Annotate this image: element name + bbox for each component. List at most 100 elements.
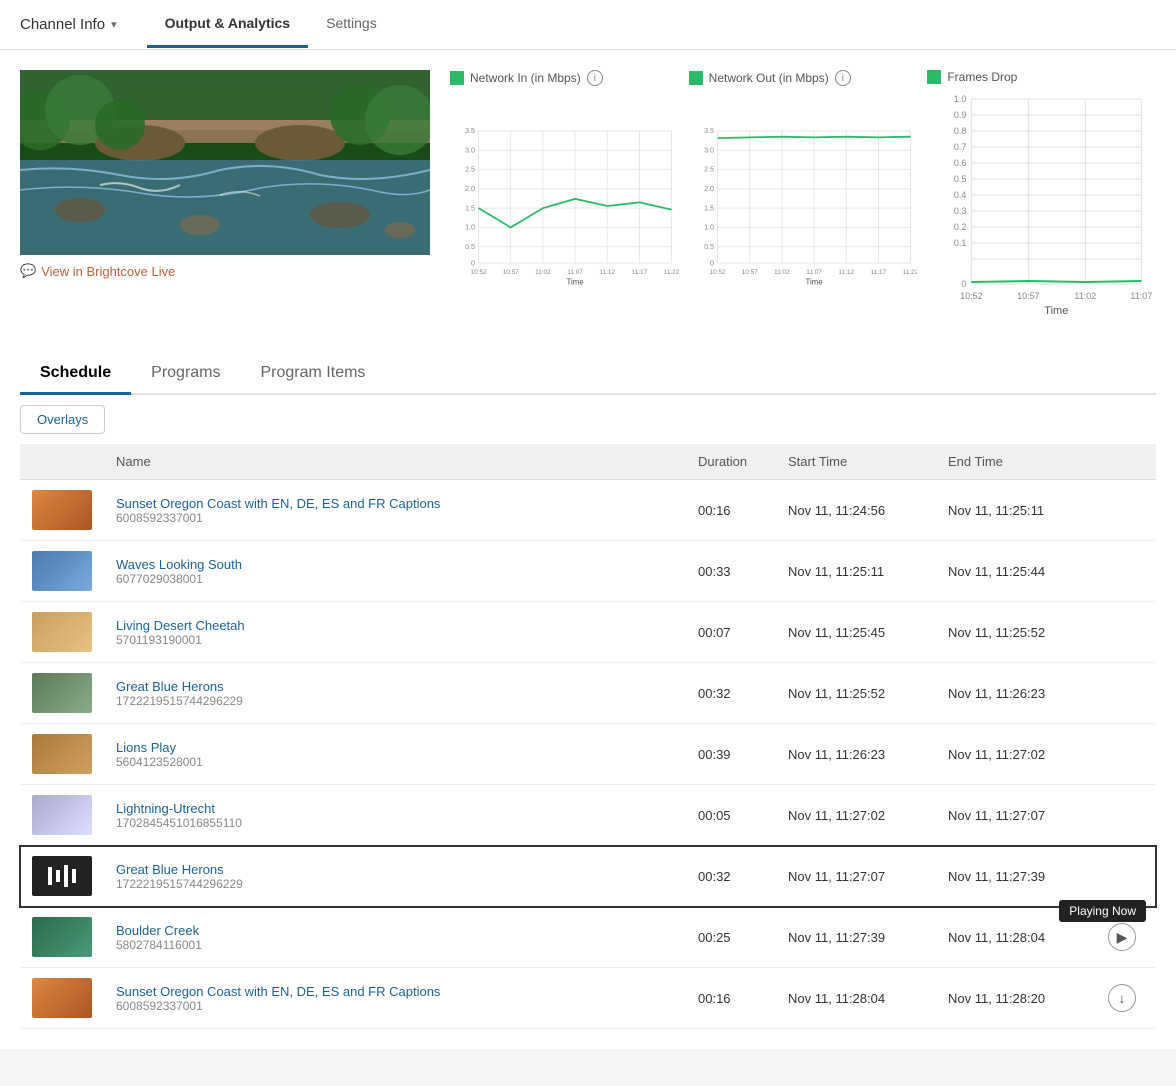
tab-output-analytics[interactable]: Output & Analytics [147,1,309,48]
item-start-time: Nov 11, 11:25:11 [776,541,936,602]
item-name-link[interactable]: Great Blue Herons [116,862,224,877]
svg-text:0.5: 0.5 [704,243,714,251]
playing-now-badge: Playing Now [1059,900,1146,922]
item-name-link[interactable]: Sunset Oregon Coast with EN, DE, ES and … [116,984,440,999]
item-thumbnail-cell [20,541,104,602]
table-row: Sunset Oregon Coast with EN, DE, ES and … [20,968,1156,1029]
item-name-link[interactable]: Lions Play [116,740,176,755]
item-duration: 00:16 [686,968,776,1029]
item-thumbnail [32,490,92,530]
item-actions-cell [1096,480,1156,541]
view-in-brightcove-link[interactable]: 💬 View in Brightcove Live [20,263,430,279]
frames-drop-chart: Frames Drop [927,70,1156,324]
item-end-time: Nov 11, 11:27:07 [936,785,1096,846]
item-start-time: Nov 11, 11:24:56 [776,480,936,541]
svg-text:0.9: 0.9 [954,110,967,120]
svg-text:1.0: 1.0 [704,224,714,232]
item-name-link[interactable]: Living Desert Cheetah [116,618,245,633]
network-in-info-icon[interactable]: i [587,70,603,86]
item-thumbnail-cell [20,602,104,663]
svg-text:0.6: 0.6 [954,158,967,168]
item-id: 5701193190001 [116,633,674,647]
svg-text:0.4: 0.4 [954,190,967,200]
svg-text:10:52: 10:52 [960,291,983,301]
col-actions [1096,444,1156,480]
svg-text:2.5: 2.5 [465,166,475,174]
svg-text:3.5: 3.5 [465,127,475,135]
svg-text:11:12: 11:12 [599,269,615,276]
svg-text:Time: Time [1045,305,1069,317]
item-start-time: Nov 11, 11:27:39 [776,907,936,968]
item-name-cell: Living Desert Cheetah5701193190001 [104,602,686,663]
item-end-time: Nov 11, 11:27:02 [936,724,1096,785]
move-down-button[interactable]: ↓ [1108,984,1136,1012]
svg-text:0.5: 0.5 [465,243,475,251]
svg-text:1.5: 1.5 [465,204,475,212]
svg-text:11:02: 11:02 [774,269,790,276]
item-actions-cell: Playing Now [1096,846,1156,907]
frames-drop-title: Frames Drop [927,70,1156,84]
item-actions-cell [1096,785,1156,846]
item-name-cell: Boulder Creek5802784116001 [104,907,686,968]
item-name-cell: Sunset Oregon Coast with EN, DE, ES and … [104,480,686,541]
item-name-cell: Waves Looking South6077029038001 [104,541,686,602]
table-row: Lions Play560412352800100:39Nov 11, 11:2… [20,724,1156,785]
item-start-time: Nov 11, 11:25:45 [776,602,936,663]
tab-program-items[interactable]: Program Items [241,354,386,395]
svg-text:11:12: 11:12 [838,269,854,276]
svg-text:0: 0 [962,279,967,289]
play-button[interactable]: ▶ [1108,923,1136,951]
svg-text:0.2: 0.2 [954,222,967,232]
svg-text:11:22: 11:22 [902,269,917,276]
svg-text:10:57: 10:57 [1017,291,1040,301]
schedule-table: Name Duration Start Time End Time Sunset… [20,444,1156,1029]
main-tabs: Schedule Programs Program Items [20,354,1156,395]
item-id: 6008592337001 [116,999,674,1013]
tab-programs[interactable]: Programs [131,354,240,395]
chat-bubble-icon: 💬 [20,263,36,279]
col-end-time: End Time [936,444,1096,480]
item-name-link[interactable]: Waves Looking South [116,557,242,572]
item-duration: 00:16 [686,480,776,541]
svg-text:10:57: 10:57 [503,269,519,276]
item-id: 5604123528001 [116,755,674,769]
tab-schedule[interactable]: Schedule [20,354,131,395]
svg-text:11:07: 11:07 [1131,291,1153,301]
item-name-link[interactable]: Great Blue Herons [116,679,224,694]
svg-text:3.0: 3.0 [704,146,714,154]
tab-settings[interactable]: Settings [308,1,395,48]
video-preview: 💬 View in Brightcove Live [20,70,430,279]
item-thumbnail-cell [20,846,104,907]
sub-tab-overlays[interactable]: Overlays [20,405,105,434]
svg-text:0.8: 0.8 [954,126,967,136]
item-name-link[interactable]: Lightning-Utrecht [116,801,215,816]
table-row: Sunset Oregon Coast with EN, DE, ES and … [20,480,1156,541]
svg-text:3.5: 3.5 [704,127,714,135]
item-name-cell: Lightning-Utrecht1702845451016855110 [104,785,686,846]
item-end-time: Nov 11, 11:25:52 [936,602,1096,663]
item-name-link[interactable]: Boulder Creek [116,923,199,938]
item-thumbnail-cell [20,968,104,1029]
top-nav: Channel Info ▾ Output & Analytics Settin… [0,0,1176,50]
item-actions-cell [1096,602,1156,663]
item-duration: 00:33 [686,541,776,602]
item-thumbnail [32,795,92,835]
item-thumbnail [32,612,92,652]
channel-info-button[interactable]: Channel Info ▾ [20,16,117,33]
item-thumbnail-cell [20,663,104,724]
network-out-chart: Network Out (in Mbps) i [689,70,918,324]
svg-text:2.0: 2.0 [465,185,475,193]
network-in-chart: Network In (in Mbps) i [450,70,679,324]
item-end-time: Nov 11, 11:26:23 [936,663,1096,724]
item-thumbnail [32,551,92,591]
svg-text:0: 0 [471,259,475,267]
table-row: Waves Looking South607702903800100:33Nov… [20,541,1156,602]
item-name-link[interactable]: Sunset Oregon Coast with EN, DE, ES and … [116,496,440,511]
main-content: 💬 View in Brightcove Live Network In (in… [0,50,1176,1049]
network-out-info-icon[interactable]: i [835,70,851,86]
item-start-time: Nov 11, 11:26:23 [776,724,936,785]
svg-text:11:07: 11:07 [806,269,822,276]
svg-text:1.0: 1.0 [465,224,475,232]
table-row: Great Blue Herons172221951574429622900:3… [20,663,1156,724]
item-id: 6077029038001 [116,572,674,586]
